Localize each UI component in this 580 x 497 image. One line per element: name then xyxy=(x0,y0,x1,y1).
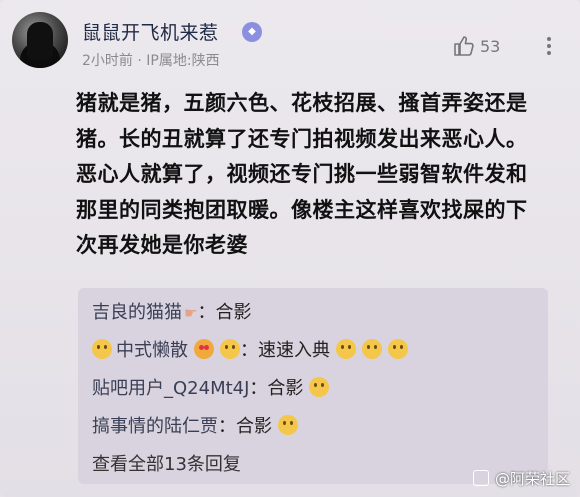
pointing-hand-icon: ☛ xyxy=(184,304,198,322)
reply-author[interactable]: 搞事情的陆仁贾 xyxy=(92,416,218,437)
worried-emoji-icon xyxy=(220,339,240,359)
reply-item[interactable]: 搞事情的陆仁贾：合影 xyxy=(92,412,298,438)
avatar[interactable] xyxy=(12,12,68,68)
watermark-icon xyxy=(472,470,489,486)
post-line: 那里的同类抱团取暖。像楼主这样喜欢找屎的下 xyxy=(76,197,528,222)
reply-preview-panel[interactable]: 吉良的猫猫 ☛：合影 中式懒散 ：速速入典 贴吧用户_Q24Mt4J：合影 搞事情的… xyxy=(78,288,548,484)
reply-item[interactable]: 中式懒散 ：速速入典 xyxy=(92,336,408,362)
post-line: 次再发她是你老婆 xyxy=(76,233,248,257)
view-all-replies-link[interactable]: 查看全部13条回复 xyxy=(92,450,241,476)
reply-text: 合影 xyxy=(236,416,272,437)
reply-item[interactable]: 贴吧用户_Q24Mt4J：合影 xyxy=(92,374,330,400)
reply-text: 合影 xyxy=(215,302,252,323)
reply-text: 合影 xyxy=(267,378,304,399)
ip-location: IP属地:陕西 xyxy=(146,53,220,69)
reply-author[interactable]: 中式懒散 xyxy=(116,340,188,361)
like-count: 53 xyxy=(480,37,501,56)
heart-eyes-emoji-icon xyxy=(194,339,214,359)
more-options-button[interactable] xyxy=(540,34,558,58)
vip-badge-icon: ◆ xyxy=(242,22,262,42)
reply-text: 速速入典 xyxy=(258,340,330,361)
post-time: 2小时前 xyxy=(82,53,133,69)
emoji-icon xyxy=(388,339,408,359)
username[interactable]: 鼠鼠开飞机来惹 xyxy=(82,18,219,45)
post-header: 鼠鼠开飞机来惹 ◆ 2小时前 · IP属地:陕西 53 xyxy=(12,12,568,74)
emoji-icon xyxy=(362,339,382,359)
post-line: 猪。长的丑就算了还专门拍视频发出来恶心人。 xyxy=(76,126,528,151)
reply-item[interactable]: 吉良的猫猫 ☛：合影 xyxy=(92,298,251,324)
emoji-icon xyxy=(309,377,330,397)
like-button[interactable]: 53 xyxy=(452,34,508,60)
emoji-icon xyxy=(336,339,356,359)
post-content: 猪就是猪，五颜六色、花枝招展、搔首弄姿还是 猪。长的丑就算了还专门拍视频发出来恶… xyxy=(76,86,566,264)
watermark: @阿荣社区 xyxy=(472,468,570,489)
reply-author[interactable]: 吉良的猫猫 xyxy=(92,302,182,323)
watermark-text: @阿荣社区 xyxy=(494,470,570,488)
more-vertical-icon xyxy=(547,37,551,41)
reply-author[interactable]: 贴吧用户_Q24Mt4J xyxy=(92,378,249,399)
emoji-icon xyxy=(278,415,298,435)
post-line: 猪就是猪，五颜六色、花枝招展、搔首弄姿还是 xyxy=(76,91,528,115)
grin-emoji-icon xyxy=(92,339,112,359)
post-card: 鼠鼠开飞机来惹 ◆ 2小时前 · IP属地:陕西 53 猪就是猪，五颜六色、花枝… xyxy=(0,0,580,497)
meta-separator: · xyxy=(137,53,142,69)
thumbs-up-icon xyxy=(454,36,474,56)
post-line: 恶心人就算了，视频还专门挑一些弱智软件发和 xyxy=(76,162,528,186)
post-meta: 2小时前 · IP属地:陕西 xyxy=(82,50,220,70)
